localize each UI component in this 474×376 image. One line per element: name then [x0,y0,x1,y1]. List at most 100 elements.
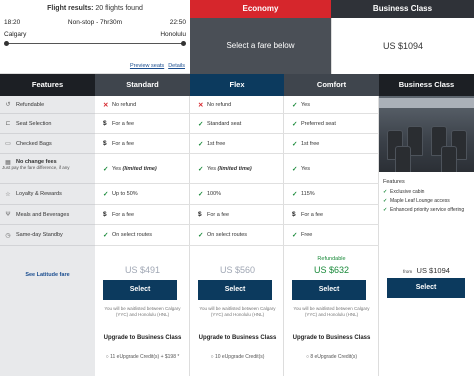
flex-bags: ✓ 1st free [190,134,285,154]
business-header: Business Class [379,74,474,96]
check-icon: ✓ [383,198,388,204]
comfort-refundable: ✓ Yes [284,96,379,114]
refund-icon: ↺ [5,102,11,108]
standard-price: US $491 [124,265,161,275]
business-feature: ✓ Enhanced priority service offering [383,207,465,213]
check-icon: ✓ [292,101,298,109]
see-latitude-link[interactable]: See Latitude fare [0,272,95,278]
check-icon: ✓ [292,165,298,173]
business-cabin-header[interactable]: Business Class [331,0,474,18]
flex-upgrade-label: Upgrade to Business Class [198,335,277,341]
check-icon: ✓ [198,165,204,173]
details-link[interactable]: Details [168,63,185,69]
standard-seat: $ For a fee [95,114,190,134]
flight-times: 18:20 Non-stop - 7hr30m 22:50 [4,19,186,26]
standard-upgrade-credit[interactable]: ○ 11 eUpgrade Credit(s) + $198 * [95,354,190,361]
standard-meals: $ For a fee [95,205,190,225]
economy-cabin-header[interactable]: Economy [190,0,331,18]
clock-icon: ◷ [5,232,11,239]
dollar-icon: $ [103,120,107,127]
business-cabin-price[interactable]: US $1094 [331,18,474,74]
cross-icon: ✕ [198,101,204,109]
standard-fare-column: ✕ No refund $ For a fee $ For a fee ✓ Yes (l… [95,96,190,376]
radio-icon[interactable]: ○ [106,354,109,360]
feature-meals: Ψ Meals and Beverages [0,205,95,225]
meal-icon: Ψ [5,211,11,218]
check-icon: ✓ [198,191,204,198]
flex-waitlist-note: You will be waitlisted between Calgary (… [199,306,276,317]
standard-refundable: ✕ No refund [95,96,190,114]
feature-no-change-fees: ▦ No change fees Just pay the fare differ… [0,154,95,184]
flex-meals: $ For a fee [190,205,285,225]
check-icon: ✓ [103,191,109,198]
business-feature: ✓ Maple Leaf Lounge access [383,198,450,204]
seat-icon: ⊏ [5,121,11,127]
dollar-icon: $ [103,211,107,218]
comfort-waitlist-note: You will be waitlisted between Calgary (… [293,306,370,317]
feature-standby: ◷ Same-day Standby [0,225,95,246]
check-icon: ✓ [103,165,109,173]
standard-upgrade-label: Upgrade to Business Class [103,335,182,341]
flight-cities: Calgary Honolulu [4,31,186,38]
comfort-standby: ✓ Free [284,225,379,246]
check-icon: ✓ [198,232,204,239]
depart-time: 18:20 [4,19,21,26]
comfort-bags: ✓ 1st free [284,134,379,154]
check-icon: ✓ [292,120,298,128]
flex-fare-column: ✕ No refund ✓ Standard seat ✓ 1st free ✓ Yes… [190,96,285,376]
comfort-header: Comfort [284,74,379,96]
comfort-upgrade-label: Upgrade to Business Class [292,335,371,341]
features-column: ↺ Refundable ⊏ Seat Selection ▭ Checked … [0,96,95,376]
standard-select-button[interactable]: Select [103,280,177,300]
flex-price: US $560 [219,265,256,275]
dollar-icon: $ [198,211,202,218]
dollar-icon: $ [103,140,107,147]
standard-waitlist-note: You will be waitlisted between Calgary (… [104,306,181,317]
check-icon: ✓ [292,232,298,239]
flex-upgrade-credit[interactable]: ○ 10 eUpgrade Credit(s) [190,354,285,361]
check-icon: ✓ [198,140,204,148]
cross-icon: ✕ [103,101,109,109]
flight-route-line [6,43,184,44]
destination-dot-icon [181,41,186,46]
comfort-seat: ✓ Preferred seat [284,114,379,134]
flex-change-fees: ✓ Yes (limited time) [190,154,285,184]
feature-refundable: ↺ Refundable [0,96,95,114]
comfort-select-button[interactable]: Select [292,280,366,300]
flex-refundable: ✕ No refund [190,96,285,114]
check-icon: ✓ [198,120,204,128]
flex-select-button[interactable]: Select [198,280,272,300]
preview-seats-link[interactable]: Preview seats [130,63,164,69]
feature-loyalty: ☆ Loyalty & Rewards [0,184,95,205]
flex-standby: ✓ On select routes [190,225,285,246]
radio-icon[interactable]: ○ [211,354,214,360]
radio-icon[interactable]: ○ [306,354,309,360]
origin-dot-icon [4,41,9,46]
business-select-button[interactable]: Select [387,278,465,298]
arrive-time: 22:50 [169,19,186,26]
comfort-refundable-label: Refundable [317,256,346,262]
check-icon: ✓ [292,140,298,148]
standard-standby: ✓ On select routes [95,225,190,246]
feature-seat-selection: ⊏ Seat Selection [0,114,95,134]
business-features-title: Features [383,179,405,185]
comfort-change-fees: ✓ Yes [284,154,379,184]
comfort-meals: $ For a fee [284,205,379,225]
bag-icon: ▭ [5,141,11,147]
standard-loyalty: ✓ Up to 50% [95,184,190,205]
check-icon: ✓ [103,232,109,239]
star-icon: ☆ [5,191,11,198]
business-fare-panel: Features ✓ Exclusive cabin ✓ Maple Leaf Lo… [379,96,474,376]
flight-results-title: Flight results: 20 flights found [47,5,143,12]
features-header: Features [0,74,95,96]
origin-city: Calgary [4,31,27,38]
flex-loyalty: ✓ 100% [190,184,285,205]
business-price: from US $1094 [403,266,450,275]
comfort-upgrade-credit[interactable]: ○ 8 eUpgrade Credit(s) [284,354,379,361]
standard-bags: $ For a fee [95,134,190,154]
feature-checked-bags: ▭ Checked Bags [0,134,95,154]
business-feature: ✓ Exclusive cabin [383,189,425,195]
comfort-loyalty: ✓ 115% [284,184,379,205]
check-icon: ✓ [292,191,298,198]
comfort-fare-column: ✓ Yes ✓ Preferred seat ✓ 1st free ✓ Yes ✓ 115… [284,96,379,376]
